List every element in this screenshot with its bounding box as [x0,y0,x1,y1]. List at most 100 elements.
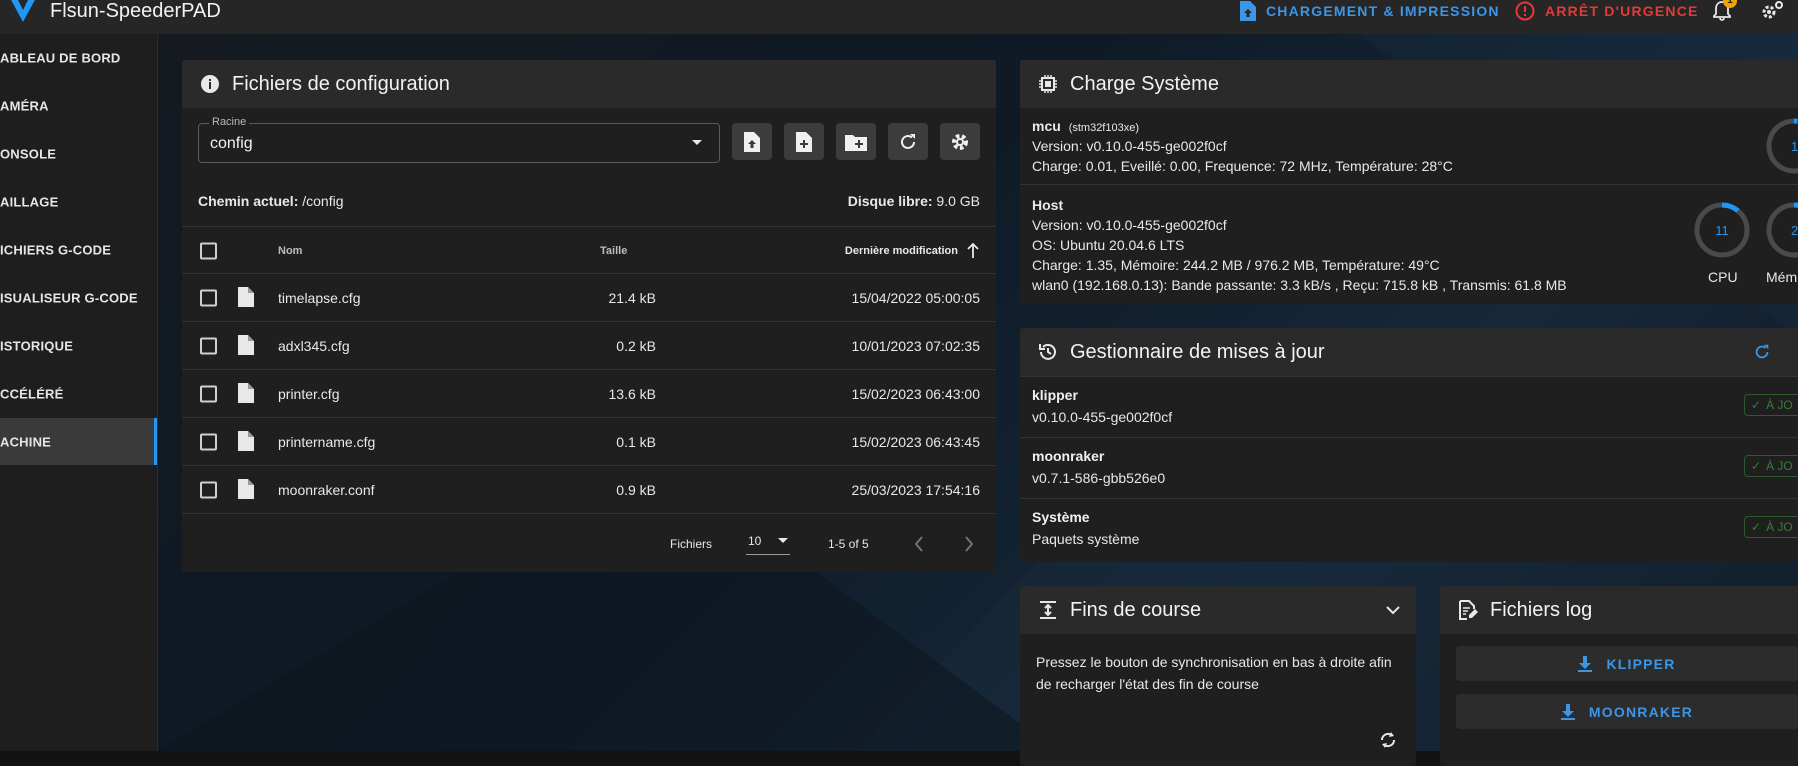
file-name: printer.cfg [278,385,340,402]
update-item-version: v0.7.1-586-gbb526e0 [1032,470,1166,486]
table-row[interactable]: moonraker.conf 0.9 kB 25/03/2023 17:54:1… [182,465,996,513]
update-manager-title: Gestionnaire de mises à jour [1070,340,1325,363]
emergency-stop-label: ARRÊT D'URGENCE [1545,3,1699,19]
system-load-header: Charge Système [1020,60,1798,108]
file-modified: 25/03/2023 17:54:16 [851,481,980,498]
file-icon [238,383,254,403]
check-icon: ✓ [1751,398,1762,412]
file-size: 13.6 kB [608,385,656,402]
select-all-checkbox[interactable] [200,242,217,259]
disk-free-value: 9.0 GB [936,193,980,209]
memory-gauge: 25 [1766,202,1798,258]
update-item-name: Système [1032,509,1090,525]
sidebar-item-console[interactable]: ONSOLE [0,130,157,177]
column-header-name[interactable]: Nom [278,245,302,257]
host-version: Version: v0.10.0-455-ge002f0cf [1032,217,1227,233]
row-checkbox[interactable] [200,433,217,450]
sidebar-item-gcode-files[interactable]: ICHIERS G-CODE [0,226,157,273]
table-row[interactable]: timelapse.cfg 21.4 kB 15/04/2022 05:00:0… [182,273,996,321]
memory-label: Mém [1766,269,1798,285]
gear-icon [952,133,968,150]
root-select[interactable]: Racine config [198,116,720,163]
table-row[interactable]: printername.cfg 0.1 kB 15/02/2023 06:43:… [182,417,996,465]
disk-free-label: Disque libre: [847,193,933,209]
sidebar-item-dashboard[interactable]: ABLEAU DE BORD [0,34,157,81]
new-folder-button[interactable] [836,123,876,160]
row-checkbox[interactable] [200,337,217,354]
update-item-version: Paquets système [1032,531,1140,547]
new-file-button[interactable] [784,123,824,160]
column-header-modified[interactable]: Dernière modification [845,245,958,257]
table-row[interactable]: adxl345.cfg 0.2 kB 10/01/2023 07:02:35 [182,321,996,369]
update-manager-header: Gestionnaire de mises à jour [1020,328,1798,376]
table-header-row: Nom Taille Dernière modification [182,226,996,274]
row-checkbox[interactable] [200,481,217,498]
sync-icon[interactable] [1378,730,1398,750]
file-icon [238,431,254,451]
upload-print-button[interactable]: CHARGEMENT & IMPRESSION [1240,0,1500,22]
history-icon [1039,343,1056,360]
rows-per-page-select[interactable]: 10 [746,532,790,555]
vertical-align-icon [1040,601,1056,619]
endstops-header: Fins de course [1020,586,1416,634]
file-name: printername.cfg [278,433,376,450]
up-to-date-chip: ✓ À JO [1744,516,1798,538]
root-select-value: config [210,135,253,152]
cpu-gauge-value: 11 [1715,223,1729,238]
file-name: timelapse.cfg [278,289,361,306]
sidebar-item-camera[interactable]: AMÉRA [0,82,157,129]
check-icon: ✓ [1751,520,1762,534]
log-files-title: Fichiers log [1490,598,1593,621]
config-settings-button[interactable] [940,123,980,160]
sidebar-item-label: AMÉRA [0,98,49,113]
sidebar-item-mesh[interactable]: AILLAGE [0,178,157,225]
download-klipper-log-label: KLIPPER [1606,655,1676,672]
settings-gear-icon[interactable] [1760,0,1784,27]
download-moonraker-log-button[interactable]: MOONRAKER [1456,694,1798,729]
sidebar-item-gcode-viewer[interactable]: ISUALISEUR G-CODE [0,274,157,321]
file-size: 21.4 kB [608,289,656,306]
table-row[interactable]: printer.cfg 13.6 kB 15/02/2023 06:43:00 [182,369,996,417]
system-load-title: Charge Système [1070,72,1219,95]
check-icon: ✓ [1751,459,1762,473]
arrow-up-icon[interactable] [966,243,980,259]
caret-down-icon [692,140,702,145]
chevron-down-icon[interactable] [1386,605,1400,615]
chevron-right-icon[interactable] [964,536,974,552]
update-item-name: moonraker [1032,448,1105,464]
row-checkbox[interactable] [200,385,217,402]
row-checkbox[interactable] [200,289,217,306]
folder-plus-icon [845,134,867,151]
file-icon [238,479,254,499]
file-modified: 15/02/2023 06:43:45 [851,433,980,450]
chip-icon [1039,75,1057,93]
chevron-left-icon[interactable] [914,536,924,552]
sidebar-item-history[interactable]: ISTORIQUE [0,322,157,369]
upload-file-button[interactable] [732,123,772,160]
download-icon [1560,703,1575,720]
host-os: OS: Ubuntu 20.04.6 LTS [1032,237,1185,253]
disk-free: Disque libre: 9.0 GB [848,193,980,209]
update-status: À JO [1766,459,1793,473]
download-klipper-log-button[interactable]: KLIPPER [1456,646,1798,681]
emergency-stop-button[interactable]: ARRÊT D'URGENCE [1515,0,1699,22]
file-size: 0.9 kB [616,481,656,498]
rows-per-page-label: Fichiers [670,536,713,551]
file-icon [238,287,254,307]
refresh-icon[interactable] [1753,343,1771,361]
refresh-button[interactable] [888,123,928,160]
sidebar-item-machine[interactable]: ACHINE [0,418,157,465]
rows-per-page-value: 10 [748,534,762,548]
logo-icon [8,0,38,29]
app-bar: Flsun-SpeederPAD CHARGEMENT & IMPRESSION… [0,0,1798,34]
app-title: Flsun-SpeederPAD [50,0,221,22]
file-upload-icon [744,131,760,152]
update-item-name: klipper [1032,387,1078,403]
mcu-chip: (stm32f103xe) [1068,122,1139,134]
file-modified: 15/04/2022 05:00:05 [851,289,980,306]
column-header-size[interactable]: Taille [600,245,627,257]
sidebar-item-timelapse[interactable]: CCÉLÉRÉ [0,370,157,417]
current-path-label: Chemin actuel: [198,193,299,209]
info-icon [201,75,219,93]
endstops-title: Fins de course [1070,598,1202,621]
